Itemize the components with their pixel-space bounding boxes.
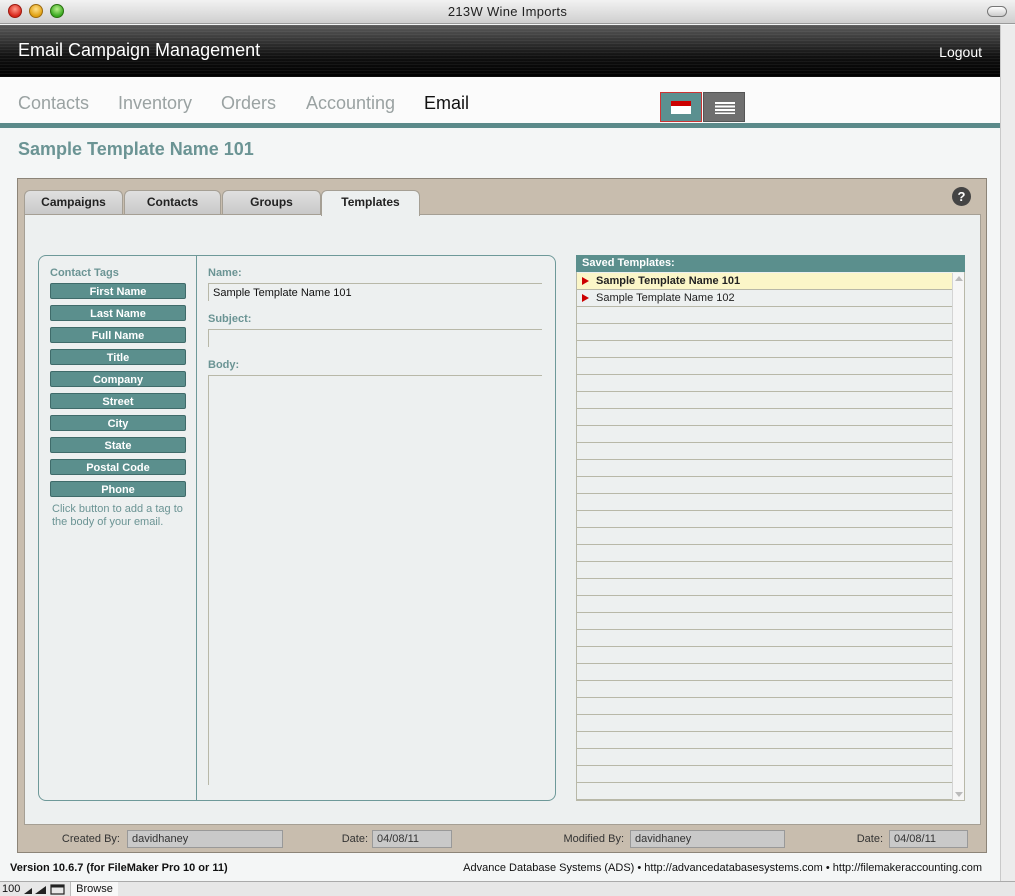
nav-item-email[interactable]: Email <box>424 93 469 114</box>
empty-row[interactable] <box>577 698 952 715</box>
empty-row[interactable] <box>577 647 952 664</box>
empty-row[interactable] <box>577 307 952 324</box>
mode-indicator[interactable]: Browse <box>70 882 118 896</box>
window-scrollbar[interactable] <box>1000 25 1015 881</box>
nav-item-inventory[interactable]: Inventory <box>118 93 192 114</box>
list-view-button[interactable] <box>703 92 745 122</box>
created-date-label: Date: <box>341 833 368 845</box>
row-pointer-icon[interactable] <box>582 277 589 285</box>
modified-date-value: 04/08/11 <box>889 830 968 848</box>
modified-by-value: davidhaney <box>630 830 785 848</box>
nav-item-accounting[interactable]: Accounting <box>306 93 395 114</box>
tab-groups[interactable]: Groups <box>222 190 321 214</box>
empty-row[interactable] <box>577 426 952 443</box>
version-text: Version 10.6.7 (for FileMaker Pro 10 or … <box>10 862 228 874</box>
created-by-label: Created By: <box>61 833 120 845</box>
page-title: Sample Template Name 101 <box>18 139 254 159</box>
window-title: 213W Wine Imports <box>447 4 568 19</box>
form-view-button[interactable] <box>660 92 702 122</box>
empty-row[interactable] <box>577 545 952 562</box>
tag-button-state[interactable]: State <box>50 437 186 453</box>
empty-row[interactable] <box>577 375 952 392</box>
tag-button-title[interactable]: Title <box>50 349 186 365</box>
template-row[interactable]: Sample Template Name 102 <box>577 290 952 307</box>
tag-button-postal-code[interactable]: Postal Code <box>50 459 186 475</box>
modified-by-label: Modified By: <box>563 833 624 845</box>
editor-divider <box>196 256 197 800</box>
empty-row[interactable] <box>577 579 952 596</box>
empty-row[interactable] <box>577 562 952 579</box>
form-view-icon <box>671 101 691 114</box>
empty-row[interactable] <box>577 749 952 766</box>
subject-input[interactable] <box>208 329 542 347</box>
empty-row[interactable] <box>577 715 952 732</box>
template-row-label: Sample Template Name 102 <box>596 292 735 304</box>
app-header: Email Campaign Management Logout <box>0 25 1000 77</box>
empty-row[interactable] <box>577 664 952 681</box>
help-icon[interactable]: ? <box>952 187 971 206</box>
zoom-controls-icon[interactable] <box>24 884 68 895</box>
window-title-bar: 213W Wine Imports <box>0 0 1015 24</box>
logout-button[interactable]: Logout <box>939 44 982 60</box>
main-nav: Contacts Inventory Orders Accounting Ema… <box>0 77 1000 125</box>
empty-row[interactable] <box>577 783 952 800</box>
tag-button-full-name[interactable]: Full Name <box>50 327 186 343</box>
empty-row[interactable] <box>577 511 952 528</box>
empty-row[interactable] <box>577 681 952 698</box>
saved-templates-scrollbar[interactable] <box>952 273 964 800</box>
contact-tags-label: Contact Tags <box>50 267 119 279</box>
empty-row[interactable] <box>577 528 952 545</box>
empty-row[interactable] <box>577 460 952 477</box>
empty-row[interactable] <box>577 477 952 494</box>
body-label: Body: <box>208 359 240 371</box>
tag-button-phone[interactable]: Phone <box>50 481 186 497</box>
app-title: Email Campaign Management <box>18 40 261 60</box>
modified-date-label: Date: <box>856 833 883 845</box>
empty-row[interactable] <box>577 392 952 409</box>
saved-templates-header: Saved Templates: <box>576 255 965 272</box>
credits-text: Advance Database Systems (ADS) • http://… <box>463 862 982 874</box>
scroll-down-icon[interactable] <box>955 792 963 797</box>
row-pointer-icon[interactable] <box>582 294 589 302</box>
tab-templates[interactable]: Templates <box>321 190 420 216</box>
empty-row[interactable] <box>577 341 952 358</box>
zoom-level[interactable]: 100 <box>2 883 20 895</box>
name-label: Name: <box>208 267 242 279</box>
empty-row[interactable] <box>577 732 952 749</box>
tag-button-company[interactable]: Company <box>50 371 186 387</box>
nav-divider <box>0 123 1000 128</box>
nav-item-contacts[interactable]: Contacts <box>18 93 89 114</box>
empty-row[interactable] <box>577 596 952 613</box>
template-row-label: Sample Template Name 101 <box>596 275 741 287</box>
nav-item-orders[interactable]: Orders <box>221 93 276 114</box>
tab-campaigns[interactable]: Campaigns <box>24 190 123 214</box>
empty-row[interactable] <box>577 613 952 630</box>
toolbar-toggle-icon[interactable] <box>987 6 1007 17</box>
created-date-value: 04/08/11 <box>372 830 452 848</box>
scroll-up-icon[interactable] <box>955 276 963 281</box>
list-view-icon <box>715 102 735 114</box>
empty-row[interactable] <box>577 494 952 511</box>
empty-row[interactable] <box>577 409 952 426</box>
tab-contacts[interactable]: Contacts <box>124 190 221 214</box>
template-row[interactable]: Sample Template Name 101 <box>577 273 952 290</box>
empty-row[interactable] <box>577 358 952 375</box>
empty-row[interactable] <box>577 630 952 647</box>
empty-row[interactable] <box>577 443 952 460</box>
empty-row[interactable] <box>577 766 952 783</box>
tag-button-city[interactable]: City <box>50 415 186 431</box>
created-by-value: davidhaney <box>127 830 283 848</box>
name-input[interactable] <box>208 283 542 301</box>
body-textarea[interactable] <box>208 375 542 785</box>
tag-button-last-name[interactable]: Last Name <box>50 305 186 321</box>
tag-button-street[interactable]: Street <box>50 393 186 409</box>
saved-templates-rows: Sample Template Name 101 Sample Template … <box>577 273 952 800</box>
contact-tags-hint: Click button to add a tag to the body of… <box>52 503 183 528</box>
subject-label: Subject: <box>208 313 252 325</box>
tag-button-first-name[interactable]: First Name <box>50 283 186 299</box>
status-bar: 100 Browse <box>0 881 1015 896</box>
empty-row[interactable] <box>577 324 952 341</box>
